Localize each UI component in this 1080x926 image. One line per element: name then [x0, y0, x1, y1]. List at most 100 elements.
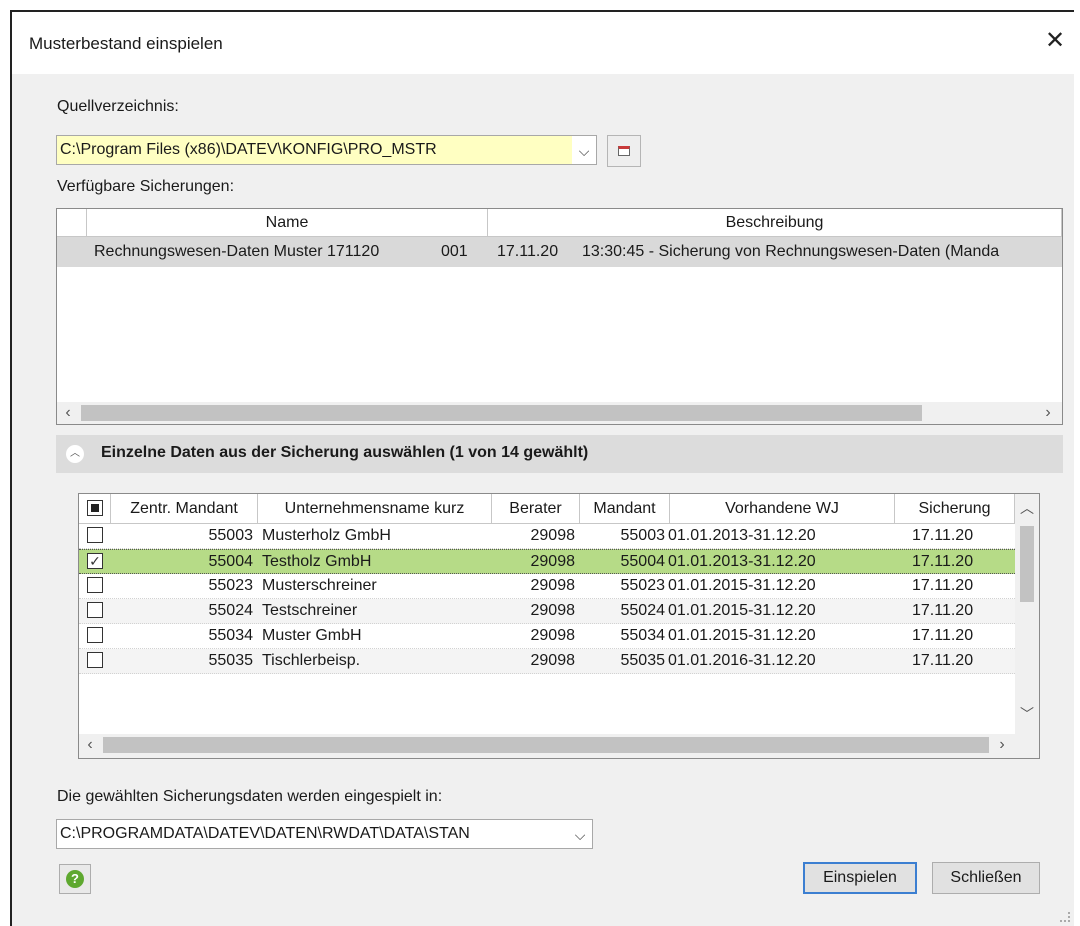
- backup-number: 001: [441, 243, 468, 260]
- cell-sicherung: 17.11.20: [912, 577, 974, 594]
- cell-mandant: 55004: [620, 553, 666, 570]
- cell-wj: 01.01.2015-31.12.20: [668, 627, 816, 644]
- table-row[interactable]: 55024 Testschreiner 29098 55024 01.01.20…: [79, 599, 1015, 624]
- cell-sicherung: 17.11.20: [912, 652, 974, 669]
- cell-zentr-mandant: 55023: [208, 577, 254, 594]
- vertical-scrollbar[interactable]: ︿ ﹀: [1015, 494, 1039, 758]
- scroll-down-icon[interactable]: ﹀: [1015, 702, 1039, 726]
- cell-company-name: Musterschreiner: [262, 577, 377, 594]
- table-row[interactable]: 55023 Musterschreiner 29098 55023 01.01.…: [79, 574, 1015, 599]
- cell-mandant: 55023: [620, 577, 666, 594]
- target-path-value: C:\PROGRAMDATA\DATEV\DATEN\RWDAT\DATA\ST…: [60, 825, 470, 842]
- close-icon[interactable]: ✕: [1040, 26, 1070, 56]
- cell-zentr-mandant: 55024: [208, 602, 254, 619]
- row-checkbox[interactable]: [87, 627, 103, 643]
- cell-wj: 01.01.2013-31.12.20: [668, 527, 816, 544]
- cell-company-name: Muster GmbH: [262, 627, 362, 644]
- row-header-corner: [57, 209, 87, 237]
- cell-sicherung: 17.11.20: [912, 602, 974, 619]
- column-header-company-name[interactable]: Unternehmensname kurz: [258, 494, 492, 524]
- cell-company-name: Testholz GmbH: [262, 553, 372, 570]
- cell-sicherung: 17.11.20: [912, 627, 974, 644]
- table-row[interactable]: Rechnungswesen-Daten Muster 171120 001 1…: [57, 237, 1062, 267]
- scroll-left-icon[interactable]: ‹: [57, 402, 79, 424]
- help-button[interactable]: ?: [59, 864, 91, 894]
- horizontal-scrollbar[interactable]: ‹ ›: [79, 734, 1015, 758]
- column-header-berater[interactable]: Berater: [492, 494, 580, 524]
- close-button[interactable]: Schließen: [932, 862, 1040, 894]
- window-title: Musterbestand einspielen: [29, 34, 223, 53]
- cell-mandant: 55024: [620, 602, 666, 619]
- table-row-selected[interactable]: ✓ 55004 Testholz GmbH 29098 55004 01.01.…: [79, 549, 1015, 574]
- cell-zentr-mandant: 55004: [208, 553, 254, 570]
- column-header-description[interactable]: Beschreibung: [488, 209, 1062, 237]
- select-all-checkbox[interactable]: [87, 500, 103, 516]
- column-header-name[interactable]: Name: [87, 209, 488, 237]
- row-checkbox[interactable]: [87, 577, 103, 593]
- column-header-sicherung[interactable]: Sicherung: [895, 494, 1015, 524]
- data-selection-table[interactable]: Zentr. Mandant Unternehmensname kurz Ber…: [78, 493, 1040, 759]
- cell-zentr-mandant: 55035: [208, 652, 254, 669]
- column-header-mandant[interactable]: Mandant: [580, 494, 670, 524]
- selection-section-header[interactable]: ︿ Einzelne Daten aus der Sicherung auswä…: [56, 435, 1063, 473]
- help-icon: ?: [66, 870, 84, 888]
- cell-berater: 29098: [530, 527, 576, 544]
- cell-berater: 29098: [530, 652, 576, 669]
- cell-company-name: Musterholz GmbH: [262, 527, 391, 544]
- title-bar: Musterbestand einspielen ✕: [12, 12, 1074, 74]
- target-label: Die gewählten Sicherungsdaten werden ein…: [57, 788, 443, 805]
- table-row[interactable]: 55003 Musterholz GmbH 29098 55003 01.01.…: [79, 524, 1015, 549]
- cell-zentr-mandant: 55034: [208, 627, 254, 644]
- folder-browse-icon: [618, 146, 630, 156]
- backup-name: Rechnungswesen-Daten Muster 171120: [94, 243, 380, 260]
- scrollbar-thumb[interactable]: [81, 405, 922, 421]
- column-header-wj[interactable]: Vorhandene WJ: [670, 494, 895, 524]
- cell-wj: 01.01.2015-31.12.20: [668, 577, 816, 594]
- scrollbar-thumb[interactable]: [1020, 526, 1034, 602]
- resize-grip-icon[interactable]: [1060, 912, 1070, 922]
- chevron-down-icon[interactable]: ⌵: [572, 136, 596, 164]
- backup-description: 13:30:45 - Sicherung von Rechnungswesen-…: [582, 243, 1000, 260]
- chevron-up-icon[interactable]: ︿: [66, 445, 84, 463]
- cell-wj: 01.01.2013-31.12.20: [668, 553, 816, 570]
- row-checkbox[interactable]: ✓: [87, 553, 103, 569]
- scroll-up-icon[interactable]: ︿: [1015, 496, 1039, 520]
- cell-company-name: Testschreiner: [262, 602, 358, 619]
- source-path-value: C:\Program Files (x86)\DATEV\KONFIG\PRO_…: [60, 141, 437, 158]
- source-path-combo[interactable]: C:\Program Files (x86)\DATEV\KONFIG\PRO_…: [56, 135, 597, 165]
- row-checkbox[interactable]: [87, 527, 103, 543]
- backup-date: 17.11.20: [497, 243, 559, 260]
- backups-table[interactable]: Name Beschreibung Rechnungswesen-Daten M…: [56, 208, 1063, 425]
- chevron-down-icon[interactable]: ⌵: [568, 820, 592, 848]
- row-checkbox[interactable]: [87, 652, 103, 668]
- scroll-left-icon[interactable]: ‹: [79, 734, 101, 756]
- table-row[interactable]: 55034 Muster GmbH 29098 55034 01.01.2015…: [79, 624, 1015, 649]
- browse-button[interactable]: [607, 135, 641, 167]
- cell-mandant: 55035: [620, 652, 666, 669]
- row-checkbox[interactable]: [87, 602, 103, 618]
- scroll-right-icon[interactable]: ›: [991, 734, 1013, 756]
- section-title: Einzelne Daten aus der Sicherung auswähl…: [101, 444, 589, 461]
- column-header-zentr-mandant[interactable]: Zentr. Mandant: [111, 494, 258, 524]
- cell-company-name: Tischlerbeisp.: [262, 652, 361, 669]
- dialog-window: Musterbestand einspielen ✕ Quellverzeich…: [10, 10, 1074, 926]
- import-button[interactable]: Einspielen: [803, 862, 917, 894]
- cell-berater: 29098: [530, 577, 576, 594]
- target-path-combo[interactable]: C:\PROGRAMDATA\DATEV\DATEN\RWDAT\DATA\ST…: [56, 819, 593, 849]
- cell-berater: 29098: [530, 627, 576, 644]
- cell-berater: 29098: [530, 602, 576, 619]
- source-label: Quellverzeichnis:: [57, 98, 179, 115]
- cell-sicherung: 17.11.20: [912, 553, 974, 570]
- scrollbar-thumb[interactable]: [103, 737, 989, 753]
- backups-label: Verfügbare Sicherungen:: [57, 178, 235, 195]
- scroll-right-icon[interactable]: ›: [1037, 402, 1059, 424]
- cell-wj: 01.01.2016-31.12.20: [668, 652, 816, 669]
- select-all-header[interactable]: [79, 494, 111, 524]
- cell-sicherung: 17.11.20: [912, 527, 974, 544]
- cell-mandant: 55034: [620, 627, 666, 644]
- cell-berater: 29098: [530, 553, 576, 570]
- cell-zentr-mandant: 55003: [208, 527, 254, 544]
- cell-wj: 01.01.2015-31.12.20: [668, 602, 816, 619]
- horizontal-scrollbar[interactable]: ‹ ›: [57, 402, 1062, 424]
- table-row[interactable]: 55035 Tischlerbeisp. 29098 55035 01.01.2…: [79, 649, 1015, 674]
